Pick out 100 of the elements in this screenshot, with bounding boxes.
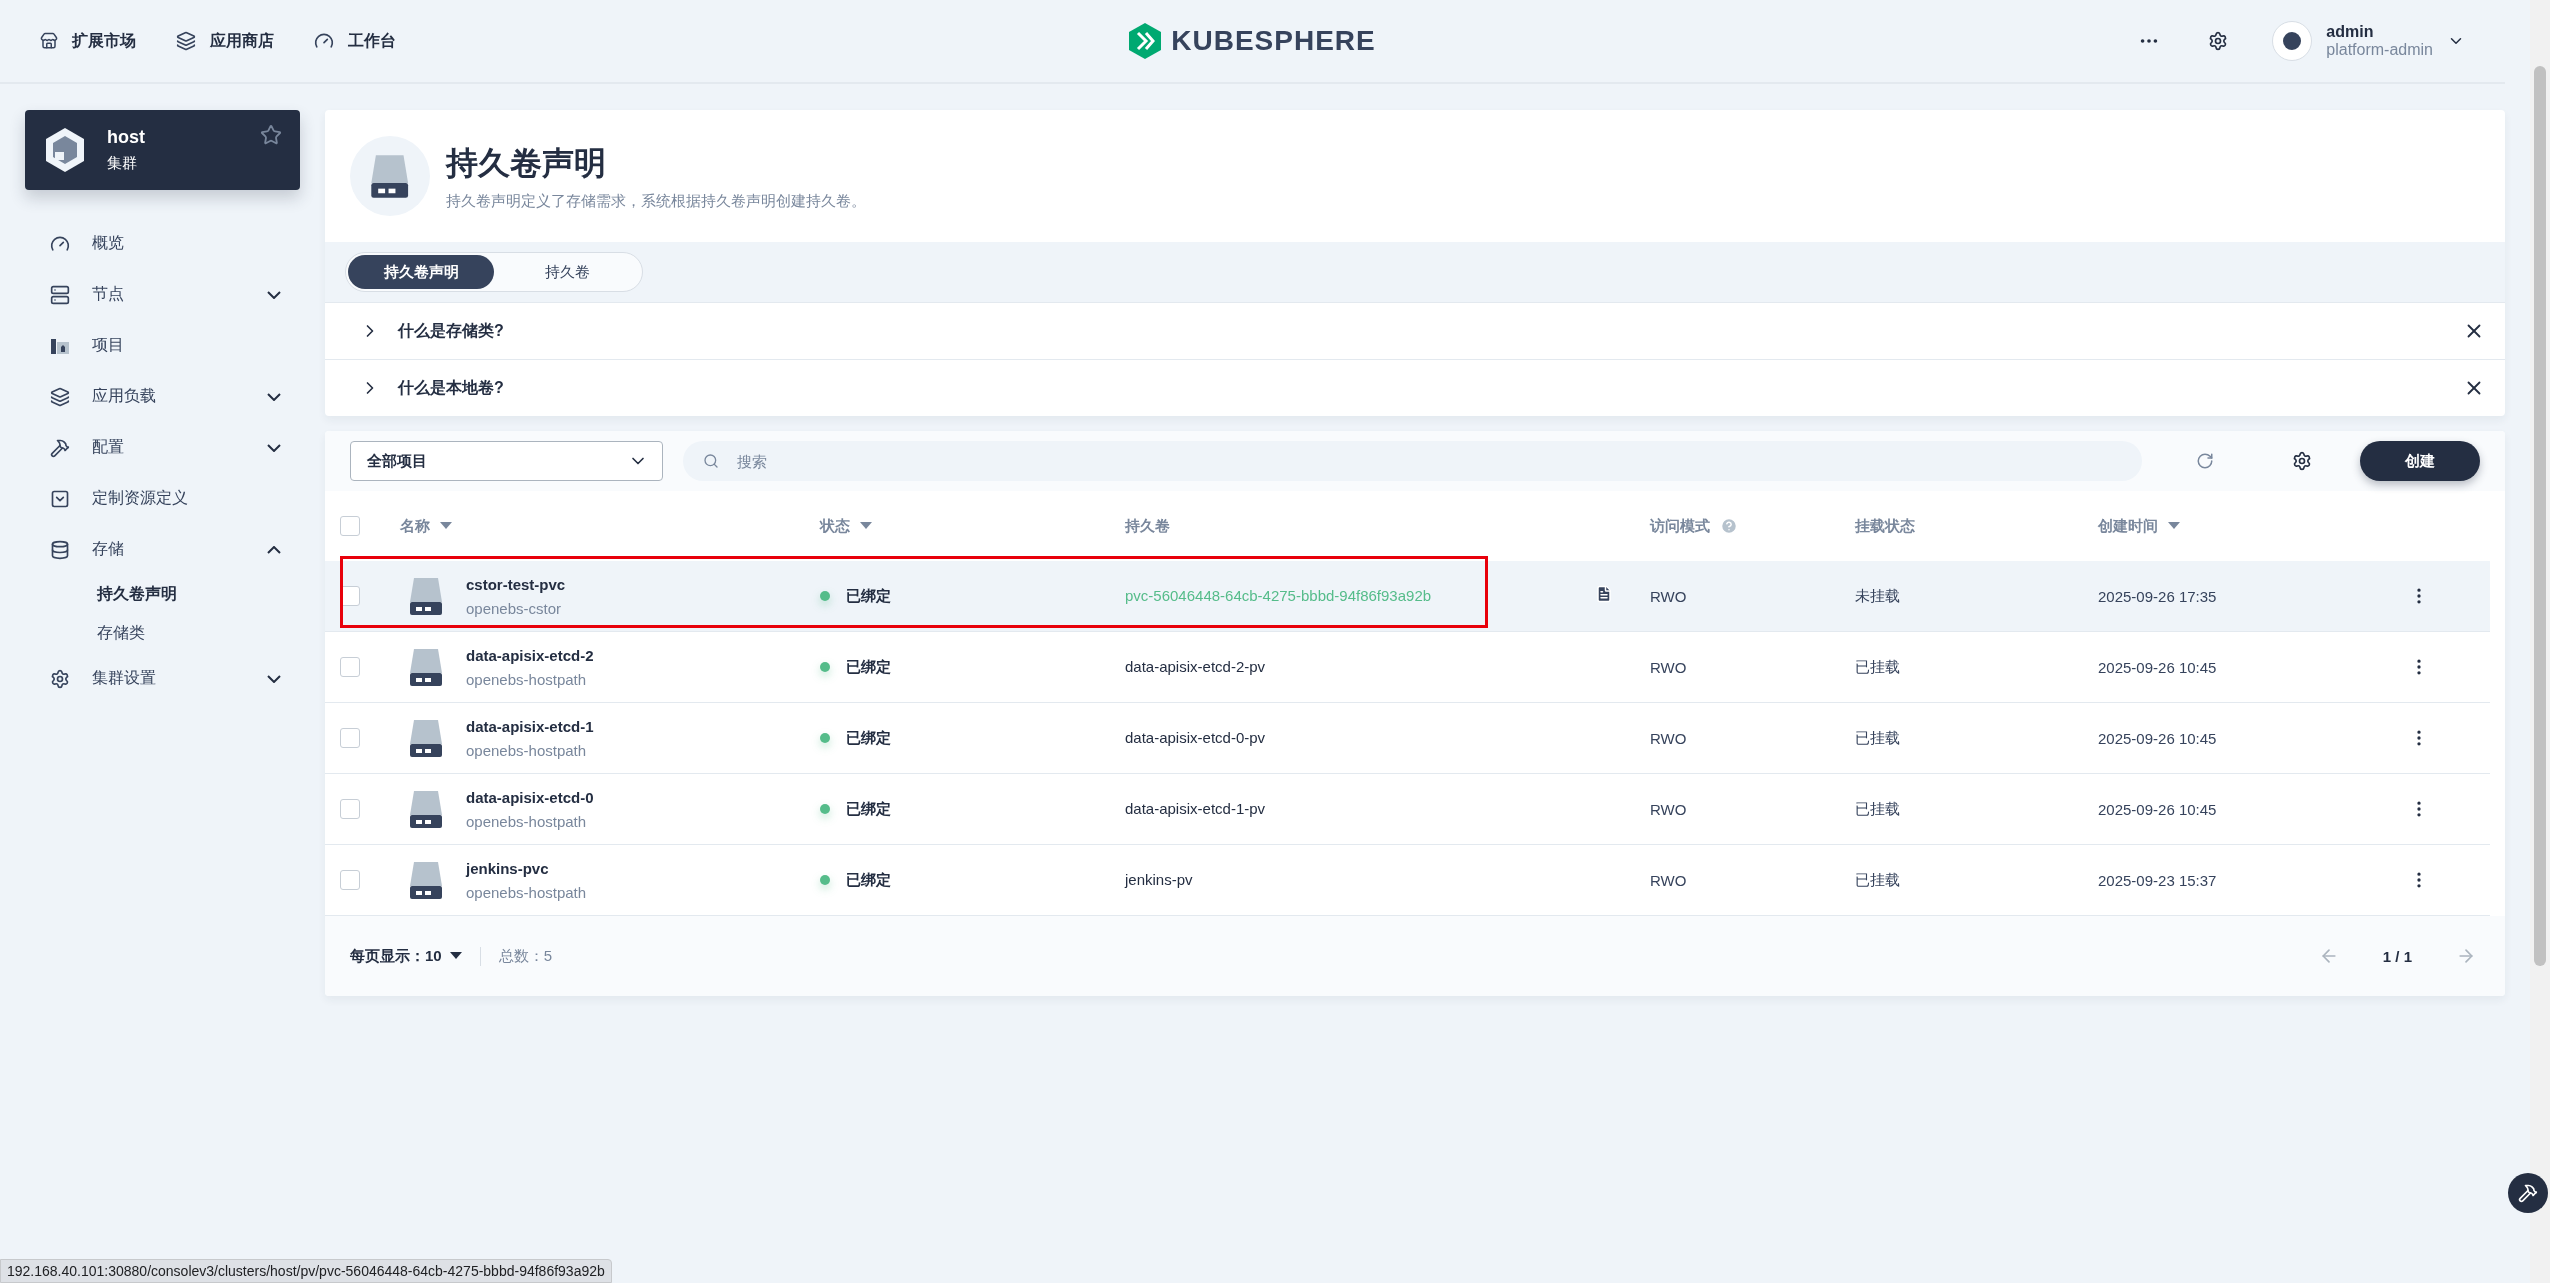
sidebar-item[interactable]: 集群设置: [25, 653, 300, 704]
column-header[interactable]: 状态: [820, 516, 1125, 536]
sidebar-item[interactable]: 项目: [25, 320, 300, 371]
access-mode: RWO: [1650, 587, 1688, 605]
sort-caret-icon: [860, 522, 872, 530]
avatar[interactable]: [2272, 21, 2313, 61]
faq-row[interactable]: 什么是本地卷?: [325, 359, 2505, 416]
create-button[interactable]: 创建: [2360, 441, 2480, 481]
pvc-name[interactable]: jenkins-pvc: [466, 859, 587, 877]
cluster-card[interactable]: host 集群: [25, 110, 300, 190]
nav-link[interactable]: 应用商店: [176, 30, 274, 52]
status-dot: [820, 591, 830, 601]
layers-icon: [50, 386, 70, 407]
page-indicator: 1 / 1: [2382, 947, 2412, 965]
column-header[interactable]: 创建时间: [2098, 516, 2420, 536]
store-icon: [40, 32, 58, 50]
nav-link[interactable]: 扩展市场: [40, 30, 136, 52]
hammer-icon: [2518, 1183, 2538, 1203]
storage-class: openebs-hostpath: [466, 812, 588, 830]
mount-status: 已挂载: [1855, 657, 1901, 677]
created-time: 2025-09-26 10:45: [2098, 729, 2218, 747]
tab[interactable]: 持久卷声明: [348, 255, 494, 289]
column-header: 访问模式: [1650, 516, 1855, 536]
disk-icon: [408, 860, 444, 900]
sidebar-subitem[interactable]: 存储类: [25, 614, 300, 653]
access-mode: RWO: [1650, 871, 1688, 889]
tab[interactable]: 持久卷: [494, 255, 640, 289]
disk-icon: [408, 576, 444, 616]
tool-button[interactable]: [2508, 1173, 2548, 1213]
pvc-name[interactable]: data-apisix-etcd-1: [466, 717, 594, 735]
hammer-icon: [50, 437, 70, 458]
faq-row[interactable]: 什么是存储类?: [325, 302, 2505, 359]
volume-link[interactable]: jenkins-pv: [1125, 871, 1193, 888]
row-checkbox[interactable]: [340, 728, 360, 748]
sidebar-item[interactable]: 应用负载: [25, 371, 300, 422]
disk-icon: [408, 647, 444, 687]
storage-class: openebs-cstor: [466, 599, 563, 617]
table-row[interactable]: data-apisix-etcd-0 openebs-hostpath 已绑定 data-apisix-etcd-1-pv RWO 已挂载 2025-09-26 10:45: [325, 774, 2490, 845]
select-all-checkbox[interactable]: [340, 516, 360, 536]
cube-icon: [43, 126, 87, 174]
caret-icon: [449, 952, 462, 960]
sidebar-item[interactable]: 概览: [25, 218, 300, 269]
nav-link[interactable]: 工作台: [314, 30, 396, 52]
sidebar-item[interactable]: 配置: [25, 422, 300, 473]
volume-link[interactable]: data-apisix-etcd-1-pv: [1125, 800, 1266, 817]
created-time: 2025-09-26 17:35: [2098, 587, 2218, 605]
volume-link[interactable]: data-apisix-etcd-2-pv: [1125, 658, 1266, 675]
storage-class: openebs-hostpath: [466, 741, 588, 759]
row-checkbox[interactable]: [340, 870, 360, 890]
status-text: 已绑定: [846, 657, 891, 677]
mount-status: 已挂载: [1855, 728, 1901, 748]
mount-status: 未挂载: [1855, 586, 1901, 606]
project-select[interactable]: 全部项目: [350, 441, 663, 481]
table-row[interactable]: data-apisix-etcd-1 openebs-hostpath 已绑定 data-apisix-etcd-0-pv RWO 已挂载 2025-09-26 10:45: [325, 703, 2490, 774]
table-row[interactable]: jenkins-pvc openebs-hostpath 已绑定 jenkins-pv RWO 已挂载 2025-09-23 15:37: [325, 845, 2490, 916]
status-dot: [820, 875, 830, 885]
layers-icon: [176, 31, 196, 51]
storage-class: openebs-hostpath: [466, 883, 587, 901]
page-size-select[interactable]: 每页显示：10: [350, 946, 481, 966]
database-icon: [50, 539, 70, 560]
status-text: 已绑定: [846, 586, 891, 606]
created-time: 2025-09-26 10:45: [2098, 800, 2218, 818]
sort-caret-icon: [440, 522, 452, 530]
row-checkbox[interactable]: [340, 799, 360, 819]
volume-link[interactable]: data-apisix-etcd-0-pv: [1125, 729, 1266, 746]
pvc-name[interactable]: data-apisix-etcd-0: [466, 788, 594, 806]
sidebar-item[interactable]: 节点: [25, 269, 300, 320]
sidebar-subitem[interactable]: 持久卷声明: [25, 575, 300, 614]
access-mode: RWO: [1650, 729, 1688, 747]
scrollbar[interactable]: [2530, 0, 2550, 1283]
cluster-name: host: [107, 127, 146, 148]
status-dot: [820, 662, 830, 672]
column-header: 挂载状态: [1855, 516, 1916, 536]
row-checkbox[interactable]: [340, 657, 360, 677]
column-header: 持久卷: [1125, 516, 1171, 536]
status-text: 已绑定: [846, 799, 891, 819]
mount-status: 已挂载: [1855, 799, 1901, 819]
document-icon[interactable]: [1595, 585, 1613, 603]
created-time: 2025-09-26 10:45: [2098, 658, 2218, 676]
table-row[interactable]: data-apisix-etcd-2 openebs-hostpath 已绑定 data-apisix-etcd-2-pv RWO 已挂载 2025-09-26 10:45: [325, 632, 2490, 703]
mount-status: 已挂载: [1855, 870, 1901, 890]
link-url-tooltip: 192.168.40.101:30880/consolev3/clusters/host/pv/pvc-56046448-64cb-4275-bbbd-94f86f93a92b: [0, 1259, 612, 1283]
settings-icon: [50, 668, 70, 689]
chevron-square-icon: [50, 488, 70, 509]
search-field[interactable]: 搜索: [683, 441, 2142, 481]
sidebar-item[interactable]: 存储: [25, 524, 300, 575]
server-icon: [50, 284, 70, 305]
page-title: 持久卷声明: [446, 143, 607, 183]
storage-class: openebs-hostpath: [466, 670, 588, 688]
star-icon[interactable]: [260, 124, 282, 146]
sidebar-item[interactable]: 定制资源定义: [25, 473, 300, 524]
help-icon[interactable]: [1720, 517, 1738, 535]
page-description: 持久卷声明定义了存储需求，系统根据持久卷声明创建持久卷。: [446, 191, 866, 211]
logo-icon: [1129, 23, 1162, 59]
user-name: admin: [2326, 23, 2375, 41]
search-icon: [703, 453, 719, 469]
pvc-name[interactable]: cstor-test-pvc: [466, 575, 566, 593]
pvc-name[interactable]: data-apisix-etcd-2: [466, 646, 594, 664]
column-header[interactable]: 名称: [400, 516, 820, 536]
disk-icon: [408, 789, 444, 829]
